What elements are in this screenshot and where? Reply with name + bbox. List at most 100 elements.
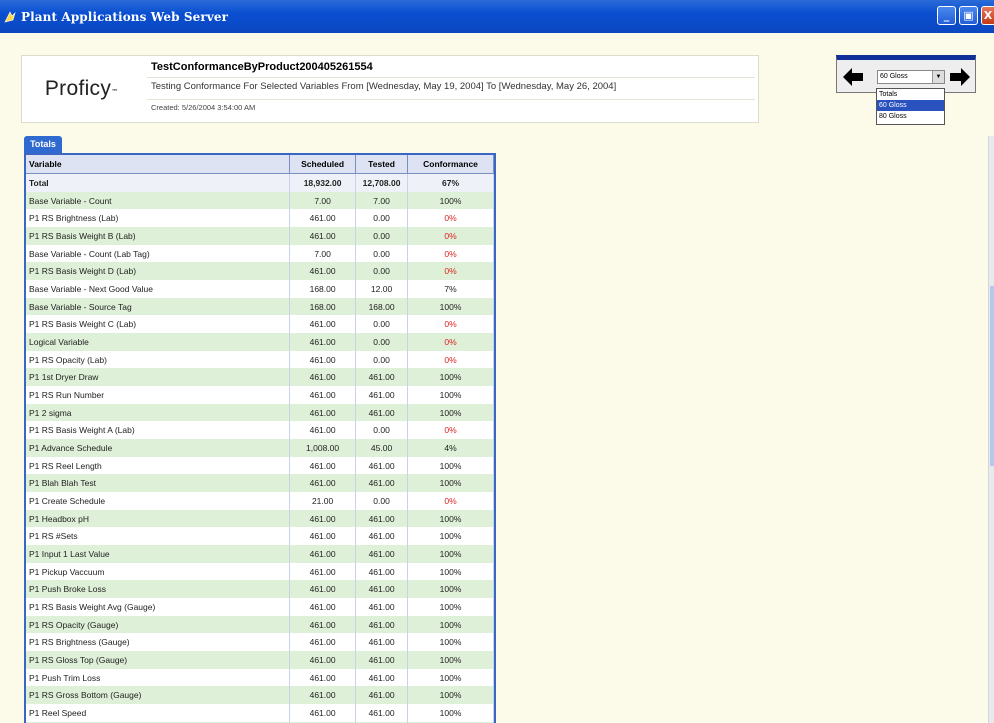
cell-tested: 461.00 bbox=[355, 545, 409, 563]
cell-conformance: 100% bbox=[407, 651, 494, 669]
minimize-button[interactable]: _ bbox=[937, 6, 956, 25]
cell-tested: 0.00 bbox=[355, 492, 409, 510]
cell-tested: 461.00 bbox=[355, 368, 409, 387]
app-icon bbox=[4, 10, 16, 22]
cell-variable: P1 Pickup Vaccuum bbox=[26, 562, 291, 581]
cell-scheduled: 461.00 bbox=[289, 386, 357, 404]
cell-tested: 461.00 bbox=[355, 386, 409, 404]
cell-tested: 0.00 bbox=[355, 244, 409, 263]
cell-variable: P1 RS Opacity (Lab) bbox=[26, 350, 291, 369]
window-titlebar: Plant Applications Web Server _ ▣ X bbox=[0, 0, 994, 33]
cell-conformance: 0% bbox=[407, 421, 494, 440]
cell-scheduled: 461.00 bbox=[289, 333, 357, 351]
report-created: Created: 5/26/2004 3:54:00 AM bbox=[151, 103, 256, 112]
cell-conformance: 0% bbox=[407, 350, 494, 369]
cell-tested: 168.00 bbox=[355, 297, 409, 316]
dropdown-option[interactable]: 60 Gloss bbox=[877, 100, 944, 111]
cell-conformance: 0% bbox=[407, 227, 494, 245]
cell-variable: Total bbox=[26, 173, 291, 192]
table-row: Base Variable - Count (Lab Tag) 7.00 0.00 0… bbox=[26, 244, 494, 263]
cell-scheduled: 461.00 bbox=[289, 227, 357, 245]
cell-variable: Base Variable - Count (Lab Tag) bbox=[26, 244, 291, 263]
cell-scheduled: 461.00 bbox=[289, 403, 357, 422]
cell-scheduled: 21.00 bbox=[289, 492, 357, 510]
cell-conformance: 100% bbox=[407, 668, 494, 687]
cell-conformance: 100% bbox=[407, 545, 494, 563]
cell-tested: 7.00 bbox=[355, 191, 409, 210]
column-header-tested[interactable]: Tested bbox=[355, 155, 409, 174]
cell-scheduled: 461.00 bbox=[289, 651, 357, 669]
column-header-conformance[interactable]: Conformance bbox=[407, 155, 494, 174]
cell-scheduled: 461.00 bbox=[289, 262, 357, 281]
cell-tested: 0.00 bbox=[355, 209, 409, 228]
section-dropdown-list: Totals 60 Gloss 80 Gloss bbox=[876, 88, 945, 125]
cell-conformance: 100% bbox=[407, 633, 494, 652]
cell-scheduled: 461.00 bbox=[289, 350, 357, 369]
previous-arrow-icon[interactable] bbox=[843, 68, 863, 86]
cell-tested: 461.00 bbox=[355, 651, 409, 669]
cell-tested: 12,708.00 bbox=[355, 173, 409, 192]
table-row: P1 1st Dryer Draw 461.00 461.00 100% bbox=[26, 368, 494, 387]
cell-tested: 461.00 bbox=[355, 527, 409, 546]
cell-scheduled: 461.00 bbox=[289, 368, 357, 387]
scrollbar-thumb[interactable] bbox=[990, 286, 994, 466]
cell-scheduled: 1,008.00 bbox=[289, 439, 357, 457]
cell-tested: 0.00 bbox=[355, 333, 409, 351]
column-header-scheduled[interactable]: Scheduled bbox=[289, 155, 357, 174]
cell-variable: P1 1st Dryer Draw bbox=[26, 368, 291, 387]
cell-scheduled: 461.00 bbox=[289, 509, 357, 528]
cell-variable: P1 RS Basis Weight A (Lab) bbox=[26, 421, 291, 440]
cell-conformance: 100% bbox=[407, 580, 494, 599]
cell-tested: 461.00 bbox=[355, 704, 409, 722]
cell-scheduled: 461.00 bbox=[289, 633, 357, 652]
report-header: Proficy ™ TestConformanceByProduct2004052… bbox=[21, 55, 759, 123]
cell-tested: 0.00 bbox=[355, 350, 409, 369]
section-select[interactable]: 60 Gloss ▼ bbox=[877, 70, 945, 84]
dropdown-option[interactable]: 80 Gloss bbox=[877, 111, 944, 122]
table-row: P1 RS Basis Weight Avg (Gauge) 461.00 461.… bbox=[26, 598, 494, 616]
window-title: Plant Applications Web Server bbox=[21, 9, 229, 24]
report-title: TestConformanceByProduct200405261554 bbox=[151, 61, 373, 73]
table-row: P1 Pickup Vaccuum 461.00 461.00 100% bbox=[26, 562, 494, 581]
cell-scheduled: 461.00 bbox=[289, 315, 357, 334]
cell-scheduled: 461.00 bbox=[289, 615, 357, 634]
cell-variable: P1 2 sigma bbox=[26, 403, 291, 422]
cell-conformance: 100% bbox=[407, 191, 494, 210]
cell-conformance: 100% bbox=[407, 704, 494, 722]
tab-totals[interactable]: Totals bbox=[24, 136, 62, 153]
cell-conformance: 100% bbox=[407, 456, 494, 475]
cell-variable: P1 RS Gloss Top (Gauge) bbox=[26, 651, 291, 669]
table-body: Total 18,932.00 12,708.00 67% Base Variable … bbox=[26, 173, 494, 723]
proficy-logo: Proficy ™ bbox=[22, 56, 141, 122]
cell-scheduled: 7.00 bbox=[289, 191, 357, 210]
cell-variable: Logical Variable bbox=[26, 333, 291, 351]
table-row: P1 RS Basis Weight A (Lab) 461.00 0.00 0% bbox=[26, 421, 494, 440]
cell-scheduled: 461.00 bbox=[289, 704, 357, 722]
cell-conformance: 100% bbox=[407, 686, 494, 705]
cell-scheduled: 461.00 bbox=[289, 474, 357, 493]
cell-conformance: 100% bbox=[407, 297, 494, 316]
maximize-button[interactable]: ▣ bbox=[959, 6, 978, 25]
cell-scheduled: 461.00 bbox=[289, 562, 357, 581]
conformance-table: Variable Scheduled Tested Conformance To… bbox=[24, 153, 496, 723]
cell-variable: Base Variable - Next Good Value bbox=[26, 280, 291, 298]
cell-tested: 461.00 bbox=[355, 668, 409, 687]
cell-scheduled: 168.00 bbox=[289, 280, 357, 298]
table-total-row: Total 18,932.00 12,708.00 67% bbox=[26, 173, 494, 192]
scrollbar[interactable] bbox=[988, 136, 994, 723]
next-arrow-icon[interactable] bbox=[950, 68, 970, 86]
cell-tested: 45.00 bbox=[355, 439, 409, 457]
cell-scheduled: 18,932.00 bbox=[289, 173, 357, 192]
table-row: P1 RS Reel Length 461.00 461.00 100% bbox=[26, 456, 494, 475]
cell-variable: P1 Headbox pH bbox=[26, 509, 291, 528]
table-header-row: Variable Scheduled Tested Conformance bbox=[26, 155, 494, 174]
dropdown-option[interactable]: Totals bbox=[877, 89, 944, 100]
cell-conformance: 0% bbox=[407, 244, 494, 263]
cell-variable: P1 Reel Speed bbox=[26, 704, 291, 722]
chevron-down-icon[interactable]: ▼ bbox=[932, 71, 944, 83]
cell-variable: P1 RS Brightness (Gauge) bbox=[26, 633, 291, 652]
close-button[interactable]: X bbox=[981, 6, 994, 25]
column-header-variable[interactable]: Variable bbox=[26, 155, 291, 174]
table-row: P1 RS Basis Weight D (Lab) 461.00 0.00 0% bbox=[26, 262, 494, 281]
cell-conformance: 100% bbox=[407, 615, 494, 634]
